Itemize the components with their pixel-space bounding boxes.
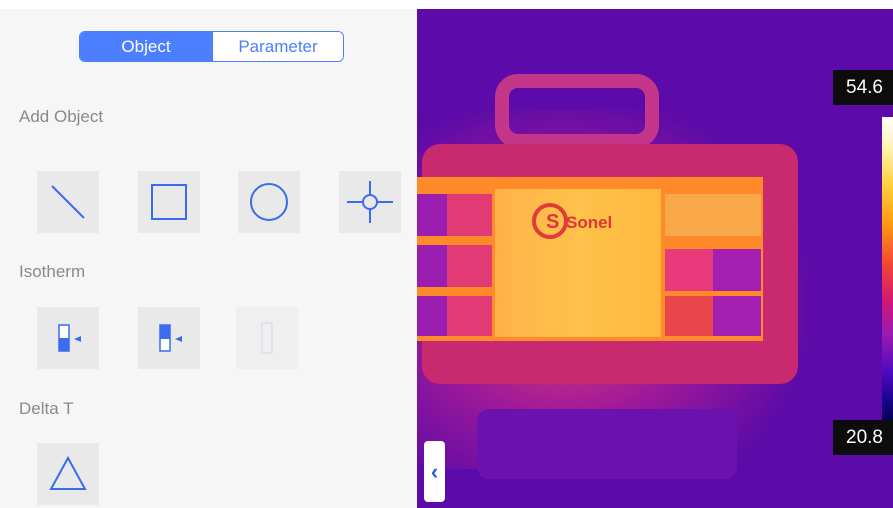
thermal-image-view[interactable]: S Sonel xyxy=(417,9,893,508)
spot-tool-icon xyxy=(347,181,393,223)
min-temperature-label: 20.8 xyxy=(833,420,893,455)
sonel-logo-text: Sonel xyxy=(566,213,612,232)
isotherm-interval-icon xyxy=(261,322,273,354)
max-temperature-label: 54.6 xyxy=(833,70,893,105)
section-title-add-object: Add Object xyxy=(19,107,104,126)
measurement-side-panel: Object Parameter Add Object Isotherm Del… xyxy=(0,9,417,508)
mode-segmented-control: Object Parameter xyxy=(79,31,344,62)
add-circle-button[interactable] xyxy=(238,171,300,233)
section-title-isotherm: Isotherm xyxy=(19,262,86,281)
add-spot-button[interactable] xyxy=(339,171,401,233)
circle-tool-icon xyxy=(250,183,288,221)
add-line-button[interactable] xyxy=(37,171,99,233)
thermal-image: S Sonel xyxy=(417,9,893,508)
collapse-panel-button[interactable]: ‹ xyxy=(424,441,445,502)
delta-triangle-icon xyxy=(49,455,87,490)
temperature-color-scale xyxy=(882,117,893,420)
isotherm-below-icon xyxy=(58,324,81,352)
delta-t-button[interactable] xyxy=(37,443,99,505)
tab-object[interactable]: Object xyxy=(80,32,212,61)
isotherm-interval-button[interactable] xyxy=(236,307,298,369)
isotherm-above-icon xyxy=(159,324,182,352)
rectangle-tool-icon xyxy=(151,184,187,220)
section-title-delta-t: Delta T xyxy=(19,399,74,418)
chevron-left-icon: ‹ xyxy=(430,458,439,484)
line-tool-icon xyxy=(51,185,85,219)
add-rectangle-button[interactable] xyxy=(138,171,200,233)
isotherm-above-button[interactable] xyxy=(138,307,200,369)
svg-text:S: S xyxy=(546,211,559,233)
top-bar xyxy=(0,0,893,9)
tab-parameter[interactable]: Parameter xyxy=(212,32,343,61)
isotherm-below-button[interactable] xyxy=(37,307,99,369)
